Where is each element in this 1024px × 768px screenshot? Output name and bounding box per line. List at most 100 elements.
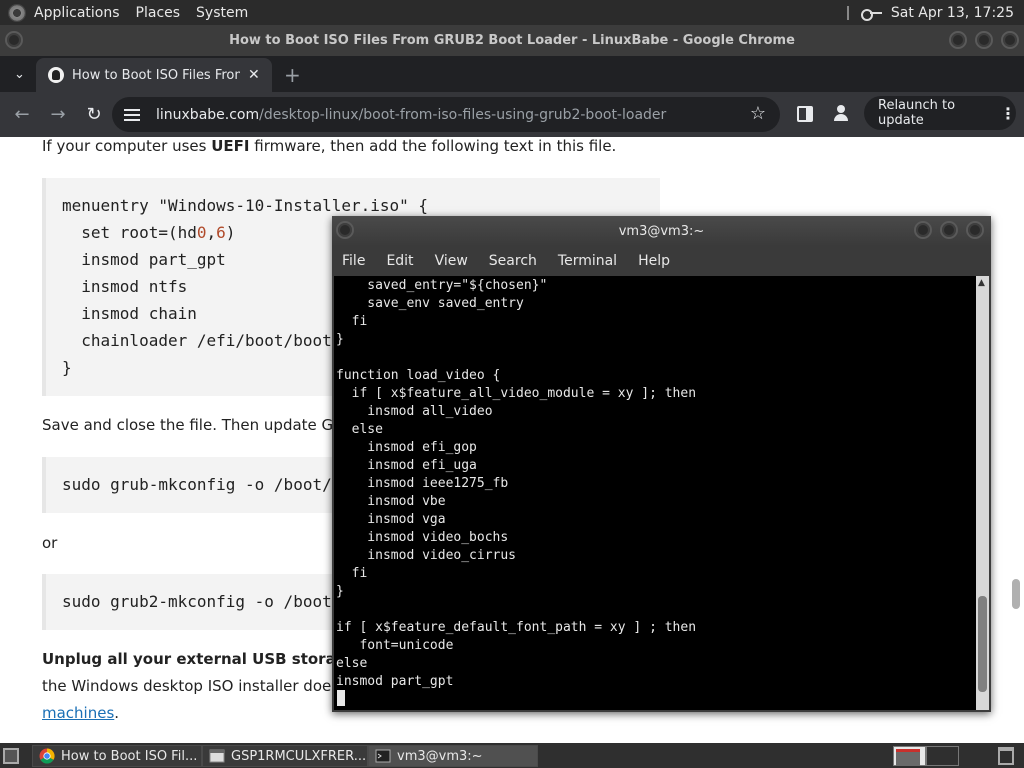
- clock[interactable]: Sat Apr 13, 17:25: [891, 5, 1014, 21]
- terminal-line: saved_entry="${chosen}": [336, 278, 548, 293]
- tab-linuxbabe[interactable]: How to Boot ISO Files From GRUB2 Boot Lo…: [36, 58, 272, 92]
- terminal-cursor: [337, 690, 345, 706]
- url-host: linuxbabe.com: [156, 106, 260, 123]
- code-line: sudo grub2-mkconfig -o /boot/: [62, 592, 342, 611]
- terminal-minimize-button[interactable]: [914, 221, 932, 239]
- side-panel-icon[interactable]: [797, 106, 813, 122]
- distro-logo-icon[interactable]: [8, 3, 26, 22]
- terminal-line: if [ x$feature_default_font_path = xy ] …: [336, 620, 697, 635]
- trash-icon[interactable]: [998, 747, 1014, 765]
- workspace-1[interactable]: [893, 746, 926, 766]
- terminal-line: insmod vga: [336, 512, 446, 527]
- relaunch-label: Relaunch to update: [878, 98, 956, 128]
- keyring-icon[interactable]: [860, 7, 883, 21]
- terminal-menubar: File Edit View Search Terminal Help: [332, 246, 991, 276]
- terminal-titlebar[interactable]: vm3@vm3:~: [332, 216, 991, 246]
- top-panel: Applications Places System Sat Apr 13, 1…: [0, 0, 1024, 25]
- scroll-up-arrow-icon[interactable]: ▲: [978, 278, 985, 288]
- uefi-bold: UEFI: [211, 137, 250, 155]
- or-paragraph: or: [42, 534, 58, 552]
- terminal-line: insmod part_gpt: [336, 674, 454, 689]
- window-icon: [209, 749, 225, 763]
- code-line: insmod chain: [62, 304, 197, 323]
- system-menu[interactable]: System: [196, 5, 248, 21]
- task-chrome-label: How to Boot ISO Fil...: [61, 748, 198, 764]
- forward-arrow-icon[interactable]: →: [40, 104, 76, 125]
- uefi-paragraph: If your computer uses UEFI firmware, the…: [42, 137, 616, 155]
- places-menu[interactable]: Places: [136, 5, 181, 21]
- menu-file[interactable]: File: [342, 253, 365, 269]
- terminal-line: insmod efi_gop: [336, 440, 477, 455]
- code-line: insmod ntfs: [62, 277, 188, 296]
- machines-link[interactable]: machines: [42, 704, 114, 722]
- close-window-button[interactable]: [1001, 31, 1019, 49]
- terminal-line: insmod vbe: [336, 494, 446, 509]
- terminal-scroll-thumb[interactable]: [978, 596, 987, 692]
- minimize-button[interactable]: [949, 31, 967, 49]
- menu-view[interactable]: View: [435, 253, 468, 269]
- back-arrow-icon[interactable]: ←: [4, 104, 40, 125]
- chrome-icon: [39, 748, 55, 764]
- code-line: chainloader /efi/boot/bootx: [62, 331, 342, 350]
- terminal-scrollbar[interactable]: ▲: [976, 276, 989, 710]
- bookmark-star-icon[interactable]: ☆: [750, 103, 766, 124]
- tab-title: How to Boot ISO Files From GRUB2 Boot Lo…: [72, 67, 240, 83]
- menu-edit[interactable]: Edit: [386, 253, 413, 269]
- show-desktop-icon[interactable]: [3, 748, 19, 764]
- site-info-icon[interactable]: [124, 108, 140, 121]
- terminal-line: if [ x$feature_all_video_module = xy ]; …: [336, 386, 697, 401]
- chrome-titlebar[interactable]: How to Boot ISO Files From GRUB2 Boot Lo…: [0, 25, 1024, 56]
- terminal-line: else: [336, 656, 368, 671]
- close-tab-icon[interactable]: ✕: [248, 67, 260, 83]
- applications-menu[interactable]: Applications: [34, 5, 120, 21]
- terminal-line: save_env saved_entry: [336, 296, 524, 311]
- workspace-2[interactable]: [926, 746, 959, 766]
- task-terminal[interactable]: vm3@vm3:~: [368, 745, 538, 767]
- code-line: sudo grub-mkconfig -o /boot/g: [62, 475, 342, 494]
- terminal-line: insmod video_cirrus: [336, 548, 517, 563]
- profile-icon[interactable]: [832, 104, 850, 122]
- terminal-line: function load_video {: [336, 368, 501, 383]
- tab-search-chevron-icon[interactable]: ⌄: [14, 67, 28, 82]
- task-gsp-window[interactable]: GSP1RMCULXFRER...: [202, 745, 368, 767]
- reload-icon[interactable]: ↻: [76, 104, 112, 125]
- tab-strip: ⌄ How to Boot ISO Files From GRUB2 Boot …: [0, 56, 1024, 92]
- save-paragraph: Save and close the file. Then update GRU…: [42, 416, 365, 434]
- chrome-toolbar: ← → ↻ linuxbabe.com/desktop-linux/boot-f…: [0, 92, 1024, 137]
- code-line: set root=(hd0,6): [62, 223, 236, 242]
- page-scrollbar[interactable]: [1012, 579, 1020, 609]
- more-menu-icon[interactable]: ⋮: [1000, 104, 1016, 123]
- terminal-line: }: [336, 332, 344, 347]
- tray-separator: [846, 5, 849, 20]
- uefi-text-a: If your computer uses: [42, 137, 212, 155]
- bottom-taskbar: How to Boot ISO Fil... GSP1RMCULXFRER...…: [0, 743, 1024, 768]
- address-bar[interactable]: linuxbabe.com/desktop-linux/boot-from-is…: [112, 97, 780, 132]
- terminal-line: fi: [336, 566, 368, 581]
- menu-search[interactable]: Search: [489, 253, 537, 269]
- uefi-text-b: firmware, then add the following text in…: [249, 137, 617, 155]
- terminal-window-menu-button[interactable]: [336, 221, 354, 239]
- terminal-maximize-button[interactable]: [940, 221, 958, 239]
- menu-terminal[interactable]: Terminal: [558, 253, 617, 269]
- terminal-line: insmod efi_uga: [336, 458, 477, 473]
- terminal-window: vm3@vm3:~ File Edit View Search Terminal…: [332, 216, 991, 712]
- menu-help[interactable]: Help: [638, 253, 670, 269]
- window-menu-button[interactable]: [5, 31, 23, 49]
- machines-period: .: [114, 704, 120, 722]
- terminal-line: insmod all_video: [336, 404, 493, 419]
- url-path: /desktop-linux/boot-from-iso-files-using…: [259, 106, 667, 123]
- terminal-line: insmod ieee1275_fb: [336, 476, 509, 491]
- task-chrome[interactable]: How to Boot ISO Fil...: [32, 745, 202, 767]
- task-terminal-label: vm3@vm3:~: [397, 748, 483, 764]
- terminal-close-button[interactable]: [966, 221, 984, 239]
- terminal-output[interactable]: saved_entry="${chosen}" save_env saved_e…: [334, 276, 976, 710]
- terminal-icon: [375, 749, 391, 763]
- workspace-switcher[interactable]: [893, 746, 959, 766]
- windows-installer-paragraph: the Windows desktop ISO installer doesn: [42, 677, 349, 695]
- terminal-line: font=unicode: [336, 638, 454, 653]
- maximize-button[interactable]: [975, 31, 993, 49]
- new-tab-icon[interactable]: +: [284, 63, 301, 87]
- chrome-window-title: How to Boot ISO Files From GRUB2 Boot Lo…: [229, 33, 795, 48]
- terminal-line: insmod video_bochs: [336, 530, 509, 545]
- relaunch-to-update-button[interactable]: Relaunch to update ⋮: [864, 96, 1016, 130]
